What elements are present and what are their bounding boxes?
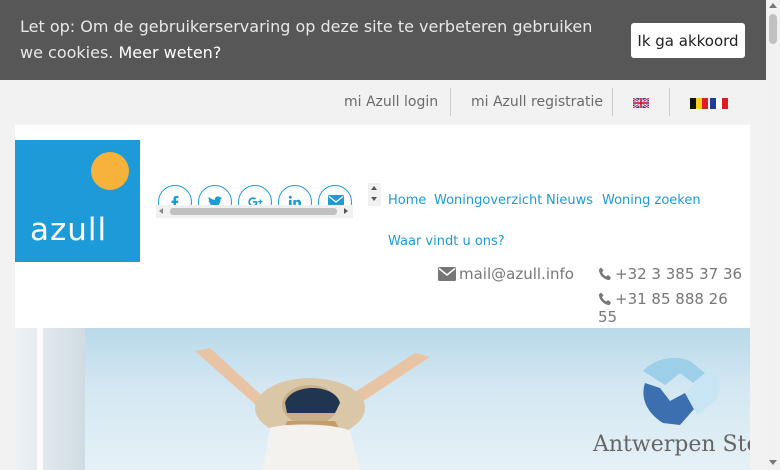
scroll-up-arrow-icon[interactable] <box>371 186 377 190</box>
nav-nieuws[interactable]: Nieuws <box>546 193 593 208</box>
nav-woningoverzicht[interactable]: Woningoverzicht <box>434 193 542 208</box>
scroll-left-arrow-icon[interactable] <box>159 208 163 214</box>
accept-cookies-button[interactable]: Ik ga akkoord <box>631 23 745 58</box>
phone-icon <box>598 267 611 281</box>
site-header: azull Home Woningoverzicht Nieuws Woning… <box>15 125 750 328</box>
phone-number-1: +32 3 385 37 36 <box>615 265 743 283</box>
hero-window-pane <box>37 328 43 470</box>
france-flag-icon[interactable] <box>710 98 728 109</box>
hero-window-frame <box>15 328 85 470</box>
cookie-message: Let op: Om de gebruikerservaring op deze… <box>20 17 593 62</box>
logo-text: azull <box>30 212 108 248</box>
belgium-flag-icon[interactable] <box>690 98 708 109</box>
contact-phone-2[interactable]: +31 85 888 26 55 <box>598 290 750 326</box>
azull-logo[interactable]: azull <box>15 140 140 262</box>
social-vertical-scrollbar[interactable] <box>368 183 381 206</box>
hero-banner: Antwerpen Store <box>15 328 750 470</box>
store-name: Antwerpen Store <box>593 432 750 457</box>
uk-flag-icon[interactable] <box>633 98 649 108</box>
nav-waar-vindt-u-ons[interactable]: Waar vindt u ons? <box>388 234 505 249</box>
scroll-down-arrow-icon[interactable] <box>371 197 377 201</box>
email-address: mail@azull.info <box>459 265 574 283</box>
divider <box>612 88 613 116</box>
scroll-down-arrow-icon[interactable] <box>769 460 777 465</box>
social-horizontal-scrollbar[interactable] <box>156 205 353 218</box>
cookie-more-link[interactable]: Meer weten? <box>118 43 221 62</box>
scroll-right-arrow-icon[interactable] <box>344 208 348 214</box>
nav-home[interactable]: Home <box>388 193 426 208</box>
woman-figure-image <box>195 348 430 470</box>
contact-email[interactable]: mail@azull.info <box>438 265 574 283</box>
phone-icon <box>598 292 611 306</box>
scroll-up-arrow-icon[interactable] <box>769 3 777 8</box>
cookie-banner: Let op: Om de gebruikerservaring op deze… <box>0 0 766 80</box>
divider <box>450 88 451 116</box>
cookie-message-block: Let op: Om de gebruikerservaring op deze… <box>20 14 600 66</box>
contact-phone-1[interactable]: +32 3 385 37 36 <box>598 265 742 283</box>
nav-woning-zoeken[interactable]: Woning zoeken <box>602 193 701 208</box>
sun-icon <box>91 152 129 190</box>
divider <box>669 88 670 116</box>
phone-number-2: +31 85 888 26 55 <box>598 290 728 326</box>
handshake-logo-icon <box>643 358 720 425</box>
register-link[interactable]: mi Azull registratie <box>471 94 603 110</box>
scroll-thumb[interactable] <box>170 208 337 215</box>
login-link[interactable]: mi Azull login <box>344 94 438 110</box>
envelope-icon <box>438 267 456 281</box>
page-scrollbar[interactable] <box>766 0 780 470</box>
scroll-thumb[interactable] <box>769 14 777 44</box>
